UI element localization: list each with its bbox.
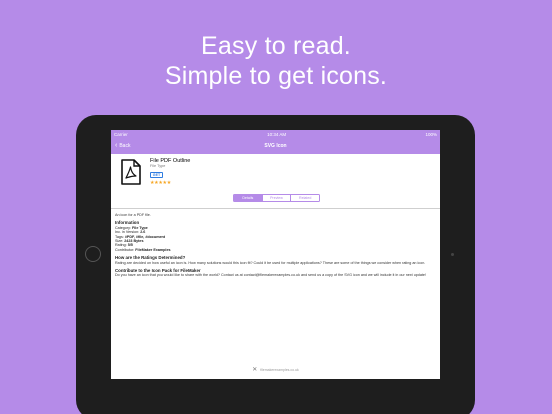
carrier-label: Carrier [114,132,128,137]
nav-title: SVG Icon [264,143,287,149]
ipad-camera [451,253,454,256]
home-button[interactable] [85,246,101,262]
footer: ✕ filemakerexamples.co.uk [111,366,440,373]
navigation-bar: ‹ Back SVG Icon [111,139,440,154]
segmented-control: Details Preview Related [233,194,320,202]
get-button[interactable]: GET [150,172,163,178]
pdf-file-icon [121,159,141,185]
app-category: File Type [150,164,166,168]
rating-stars-icon: ★★★★★ [150,180,171,186]
headline-line-1: Easy to read. [201,32,351,60]
details-content: An icon for a PDF file. Information Cate… [115,213,433,278]
footer-link[interactable]: filemakerexamples.co.uk [260,368,299,372]
description: An icon for a PDF file. [115,213,151,217]
section-divider [111,208,440,209]
app-header: File PDF Outline File Type GET ★★★★★ [111,154,440,199]
headline-line-2: Simple to get icons. [164,62,388,90]
tab-related[interactable]: Related [291,195,319,201]
contribute-text: Do you have an icon that you would like … [115,273,427,278]
clock: 10:34 AM [267,132,287,137]
tab-details[interactable]: Details [234,195,263,201]
tab-preview[interactable]: Preview [262,195,292,201]
info-line-contributor: Contributor: FileMaker Examples [115,247,171,252]
status-bar: Carrier 10:34 AM 100% [111,130,440,139]
app-screen: Carrier 10:34 AM 100% ‹ Back SVG Icon Fi… [111,130,440,379]
battery-label: 100% [425,132,437,137]
ratings-text: Rating are decided on how useful an icon… [115,260,426,265]
tools-icon: ✕ [252,367,258,373]
